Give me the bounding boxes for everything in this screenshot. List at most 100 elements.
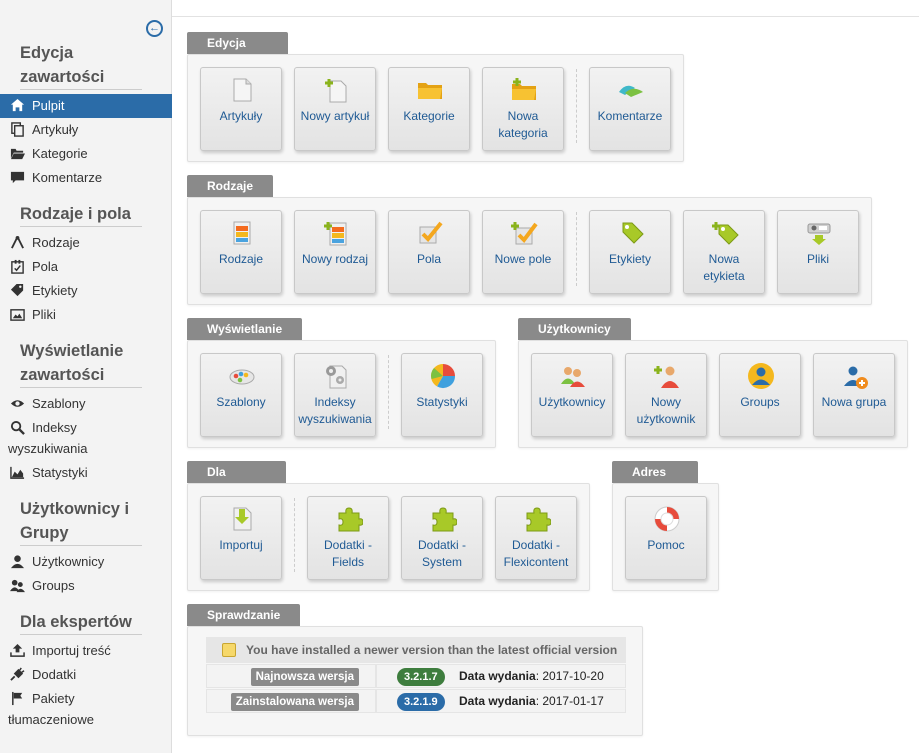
tile-nowy-rodzaj[interactable]: Nowy rodzaj bbox=[294, 210, 376, 294]
fork-icon bbox=[8, 234, 26, 250]
tile-importuj[interactable]: Importuj bbox=[200, 496, 282, 580]
tile-nowy-artykul[interactable]: Nowy artykuł bbox=[294, 67, 376, 151]
upload-icon bbox=[8, 642, 26, 658]
puzzle-icon bbox=[432, 507, 457, 532]
tile-nowa-kategoria[interactable]: Nowa kategoria bbox=[482, 67, 564, 151]
pie-chart-icon bbox=[430, 364, 455, 389]
sidebar-item-uzytkownicy[interactable]: Użytkownicy bbox=[0, 550, 172, 574]
collapse-sidebar-icon[interactable]: ← bbox=[146, 20, 163, 37]
latest-version-row: Najnowsza wersja 3.2.1.7 Data wydania: 2… bbox=[206, 664, 626, 688]
installed-release-date: Data wydania: 2017-01-17 bbox=[459, 694, 604, 708]
article-icon bbox=[233, 78, 252, 102]
tile-szablony[interactable]: Szablony bbox=[200, 353, 282, 437]
tile-dodatki-fields[interactable]: Dodatki - Fields bbox=[307, 496, 389, 580]
latest-release-date: Data wydania: 2017-10-20 bbox=[459, 669, 604, 683]
section-body: Artykuły Nowy artykuł Kategorie Nowa kate… bbox=[187, 54, 684, 162]
new-field-icon bbox=[511, 222, 538, 245]
plug-icon bbox=[8, 666, 26, 682]
sidebar-item-indeksy-cont[interactable]: wyszukiwania bbox=[0, 440, 172, 461]
tile-pomoc[interactable]: Pomoc bbox=[625, 496, 707, 580]
section-title: Rodzaje i pola bbox=[187, 175, 274, 215]
sidebar-item-dodatki[interactable]: Dodatki bbox=[0, 663, 172, 687]
user-icon bbox=[8, 553, 26, 569]
section-title: Edycja zawartości bbox=[187, 32, 289, 72]
tile-rodzaje[interactable]: Rodzaje bbox=[200, 210, 282, 294]
section-body: Użytkownicy Nowy użytkownik Groups Nowa g… bbox=[518, 340, 908, 448]
section-body: Szablony Indeksy wyszukiwania Statystyki bbox=[187, 340, 496, 448]
tile-nowe-pole[interactable]: Nowe pole bbox=[482, 210, 564, 294]
area-chart-icon bbox=[8, 464, 26, 480]
sidebar-item-statystyki[interactable]: Statystyki bbox=[0, 461, 172, 485]
tile-dodatki-flexicontent[interactable]: Dodatki - Flexicontent bbox=[495, 496, 577, 580]
index-gear-icon bbox=[326, 365, 347, 389]
sidebar-item-komentarze[interactable]: Komentarze bbox=[0, 166, 172, 190]
import-icon bbox=[233, 507, 252, 531]
group-icon bbox=[748, 363, 774, 389]
tile-nowy-uzytkownik[interactable]: Nowy użytkownik bbox=[625, 353, 707, 437]
sidebar-item-artykuly[interactable]: Artykuły bbox=[0, 118, 172, 142]
divider bbox=[20, 545, 142, 546]
users-icon bbox=[561, 367, 585, 387]
sidebar-item-importuj[interactable]: Importuj treść bbox=[0, 639, 172, 663]
sidebar-group-title: Dla ekspertów bbox=[20, 613, 132, 631]
divider bbox=[20, 89, 142, 90]
tile-indeksy[interactable]: Indeksy wyszukiwania bbox=[294, 353, 376, 437]
sidebar-item-groups[interactable]: Groups bbox=[0, 574, 172, 598]
section-body: Rodzaje Nowy rodzaj Pola Nowe pole Etyki… bbox=[187, 197, 872, 305]
new-type-icon bbox=[324, 222, 347, 246]
section-body: You have installed a newer version than … bbox=[187, 626, 643, 736]
tile-komentarze[interactable]: Komentarze bbox=[589, 67, 671, 151]
divider bbox=[20, 226, 142, 227]
tile-nowa-etykieta[interactable]: Nowa etykieta bbox=[683, 210, 765, 294]
latest-version-label: Najnowsza wersja bbox=[250, 668, 359, 686]
latest-version-badge: 3.2.1.7 bbox=[397, 668, 445, 686]
sidebar-item-pliki[interactable]: Pliki bbox=[0, 303, 172, 327]
sidebar-item-pola[interactable]: Pola bbox=[0, 255, 172, 279]
sidebar-item-pulpit[interactable]: Pulpit bbox=[0, 94, 172, 118]
tile-statystyki[interactable]: Statystyki bbox=[401, 353, 483, 437]
sidebar-item-indeksy[interactable]: Indeksy bbox=[0, 416, 172, 440]
sidebar-group-title: Użytkownicy i Grupy bbox=[20, 500, 130, 542]
section-title: Użytkownicy i Grupy bbox=[518, 318, 631, 358]
divider bbox=[576, 69, 577, 143]
sidebar-item-etykiety[interactable]: Etykiety bbox=[0, 279, 172, 303]
search-icon bbox=[8, 419, 26, 435]
section-body: Importuj Dodatki - Fields Dodatki - System… bbox=[187, 483, 590, 591]
sidebar-group-title: Rodzaje i pola bbox=[20, 205, 131, 223]
tile-pliki[interactable]: Pliki bbox=[777, 210, 859, 294]
sidebar: ← Edycja zawartości Pulpit Artykuły Kateg… bbox=[0, 0, 172, 753]
sidebar-item-pakiety-cont[interactable]: tłumaczeniowe bbox=[0, 711, 172, 732]
sidebar-item-kategorie[interactable]: Kategorie bbox=[0, 142, 172, 166]
puzzle-icon bbox=[526, 507, 551, 532]
new-tag-icon bbox=[712, 222, 739, 245]
note-icon bbox=[222, 643, 236, 657]
field-check-icon bbox=[419, 221, 443, 244]
tile-groups[interactable]: Groups bbox=[719, 353, 801, 437]
tags-icon bbox=[8, 282, 26, 298]
sidebar-item-szablony[interactable]: Szablony bbox=[0, 392, 172, 416]
comment-icon bbox=[8, 169, 26, 185]
section-body: Pomoc bbox=[612, 483, 719, 591]
installed-version-badge: 3.2.1.9 bbox=[397, 693, 445, 711]
new-group-icon bbox=[844, 366, 868, 389]
puzzle-icon bbox=[338, 507, 363, 532]
tile-kategorie[interactable]: Kategorie bbox=[388, 67, 470, 151]
users-icon bbox=[8, 577, 26, 593]
tile-artykuly[interactable]: Artykuły bbox=[200, 67, 282, 151]
tag-icon bbox=[622, 222, 644, 244]
installed-version-label: Zainstalowana wersja bbox=[230, 693, 359, 711]
tile-pola[interactable]: Pola bbox=[388, 210, 470, 294]
tile-etykiety[interactable]: Etykiety bbox=[589, 210, 671, 294]
top-bar bbox=[172, 0, 919, 17]
tile-nowa-grupa[interactable]: Nowa grupa bbox=[813, 353, 895, 437]
dashboard-main: Edycja zawartości Artykuły Nowy artykuł … bbox=[172, 17, 919, 753]
copy-icon bbox=[8, 121, 26, 137]
tile-uzytkownicy[interactable]: Użytkownicy bbox=[531, 353, 613, 437]
tile-dodatki-system[interactable]: Dodatki - System bbox=[401, 496, 483, 580]
sidebar-item-pakiety[interactable]: Pakiety bbox=[0, 687, 172, 711]
eye-icon bbox=[8, 395, 26, 411]
files-icon bbox=[807, 223, 831, 245]
section-title: Dla ekspertów bbox=[187, 461, 287, 501]
folder-open-icon bbox=[8, 145, 26, 161]
sidebar-item-rodzaje[interactable]: Rodzaje bbox=[0, 231, 172, 255]
